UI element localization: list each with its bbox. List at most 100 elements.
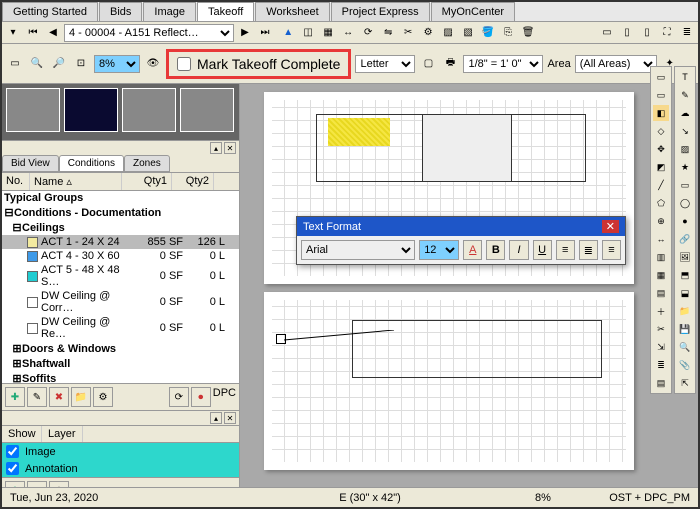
col-show[interactable]: Show [2,426,42,442]
thumb-3[interactable] [122,88,176,132]
bold-icon[interactable]: B [486,240,505,260]
mpoly-tool-icon[interactable]: ⬠ [653,195,669,211]
last-page-icon[interactable]: ⏭ [256,24,274,42]
copy-icon[interactable]: ⎘ [499,24,517,42]
cloud-tool-icon[interactable]: ☁ [677,105,693,121]
zoom-dropdown[interactable]: 8% [94,55,140,73]
add-point-icon[interactable]: ＋ [653,303,669,319]
expand-icon[interactable]: ⊞ [12,372,22,383]
panel-collapse-icon[interactable]: ▴ [210,142,222,154]
layout3-icon[interactable]: ▯ [638,24,656,42]
layer-row-image[interactable]: Image [2,443,239,460]
area-dropdown[interactable]: (All Areas) [575,55,657,73]
zoomfit-icon[interactable]: ⛶ [658,24,676,42]
panel-collapse-icon[interactable]: ▴ [210,412,222,424]
rotate-icon[interactable]: ⟳ [359,24,377,42]
tab-myoncenter[interactable]: MyOnCenter [431,2,515,21]
paper-dropdown[interactable]: Letter [355,55,415,73]
layers2-tool-icon[interactable]: ▤ [653,375,669,391]
note-tool-icon[interactable]: ✎ [677,87,693,103]
add-icon[interactable]: ✚ [5,387,25,407]
tab-worksheet[interactable]: Worksheet [255,2,329,21]
table-row[interactable]: DW Ceiling @ Re…0 SF0 L [2,315,239,341]
align-left-icon[interactable]: ≡ [556,240,575,260]
text-format-dialog[interactable]: Text Format ✕ Arial 12 A B I U ≡ ≣ ≡ [296,216,626,265]
dpc-stop-icon[interactable]: ⏺ [191,387,211,407]
refresh-icon[interactable]: ⟳ [169,387,189,407]
collapse-icon[interactable]: ⊟ [4,206,14,219]
crop-icon[interactable]: ✂ [399,24,417,42]
close-icon[interactable]: ✕ [602,220,619,233]
trash-icon[interactable]: 🗑 [519,24,537,42]
ceiling-tool-icon[interactable]: ▦ [653,267,669,283]
measure-icon[interactable]: ↔ [339,24,357,42]
layers-icon[interactable]: ≣ [678,24,696,42]
panel-close-icon[interactable]: ✕ [224,142,236,154]
layer-show-checkbox[interactable] [6,462,19,475]
col-name[interactable]: Name ▵ [30,173,122,190]
zoom-out-icon[interactable]: 🔎 [50,55,68,73]
mag-tool-icon[interactable]: 🔍 [677,339,693,355]
align-right-icon[interactable]: ≡ [602,240,621,260]
image-tool-icon[interactable]: 🖼 [677,249,693,265]
highlight-tool-icon[interactable]: ▨ [677,141,693,157]
shape-rect-icon[interactable]: ▢ [419,55,437,73]
scale-dropdown[interactable]: 1/8" = 1' 0" [463,55,543,73]
select-icon[interactable]: ◫ [299,24,317,42]
tab-bids[interactable]: Bids [99,2,142,21]
first-page-icon[interactable]: ⏮ [24,24,42,42]
italic-icon[interactable]: I [509,240,528,260]
next-page-icon[interactable]: ▶ [236,24,254,42]
subtab-conditions[interactable]: Conditions [59,155,124,172]
rect-tool-icon[interactable]: ▭ [677,177,693,193]
offset-icon[interactable]: ⇲ [653,339,669,355]
table-row[interactable]: ACT 4 - 30 X 600 SF0 L [2,249,239,263]
group-conditions-doc[interactable]: ⊟Conditions - Documentation [2,205,239,220]
text-tool-icon[interactable]: T [677,69,693,85]
clip-tool-icon[interactable]: 📎 [677,357,693,373]
info-tool-icon[interactable]: ◩ [653,159,669,175]
select-tool-icon[interactable]: ▭ [653,69,669,85]
folder-tool-icon[interactable]: 📁 [677,303,693,319]
group-doors[interactable]: ⊞Doors & Windows [2,341,239,356]
mark-complete-checkbox[interactable] [177,57,191,71]
zoom-in-icon[interactable]: 🔍 [28,55,46,73]
stamp-tool-icon[interactable]: ★ [677,159,693,175]
line-tool-icon[interactable]: ╱ [653,177,669,193]
group-typical[interactable]: Typical Groups [2,191,239,205]
prev-page-icon[interactable]: ◀ [44,24,62,42]
group-ceilings[interactable]: ⊟Ceilings [2,220,239,235]
tab-getting-started[interactable]: Getting Started [2,2,98,21]
subtab-bidview[interactable]: Bid View [2,155,59,172]
col-qty2[interactable]: Qty2 [172,173,214,190]
export-tool-icon[interactable]: ⇱ [677,375,693,391]
group-soffits[interactable]: ⊞Soffits [2,371,239,383]
misc1-tool-icon[interactable]: ⬒ [677,267,693,283]
thumb-2[interactable] [64,88,118,132]
print-icon[interactable]: 🖶 [441,55,459,73]
expand-icon[interactable]: ⊞ [12,357,22,370]
font-dropdown[interactable]: Arial [301,240,415,260]
settings-icon[interactable]: ⚙ [419,24,437,42]
eye-icon[interactable]: 👁 [144,55,162,73]
pointer-icon[interactable]: ▲ [279,24,297,42]
circle-tool-icon[interactable]: ◯ [677,195,693,211]
edit-icon[interactable]: ✎ [27,387,47,407]
layout1-icon[interactable]: ▭ [598,24,616,42]
table-row[interactable]: ACT 5 - 48 X 48 S…0 SF0 L [2,263,239,289]
misc2-tool-icon[interactable]: ⬓ [677,285,693,301]
table-row[interactable]: DW Ceiling @ Corr…0 SF0 L [2,289,239,315]
pan-tool-icon[interactable]: ✥ [653,141,669,157]
tab-project-express[interactable]: Project Express [331,2,430,21]
fill-icon[interactable]: ▨ [439,24,457,42]
drawing-canvas[interactable]: Text Format ✕ Arial 12 A B I U ≡ ≣ ≡ [240,84,698,504]
collapse-icon[interactable]: ⊟ [12,221,22,234]
layers-tool-icon[interactable]: ≣ [653,357,669,373]
expand-icon[interactable]: ⊞ [12,342,22,355]
props-icon[interactable]: ⚙ [93,387,113,407]
preview-icon[interactable]: ▭ [6,55,24,73]
font-color-icon[interactable]: A [463,240,482,260]
col-qty1[interactable]: Qty1 [122,173,172,190]
link-tool-icon[interactable]: 🔗 [677,231,693,247]
folder-icon[interactable]: 📁 [71,387,91,407]
